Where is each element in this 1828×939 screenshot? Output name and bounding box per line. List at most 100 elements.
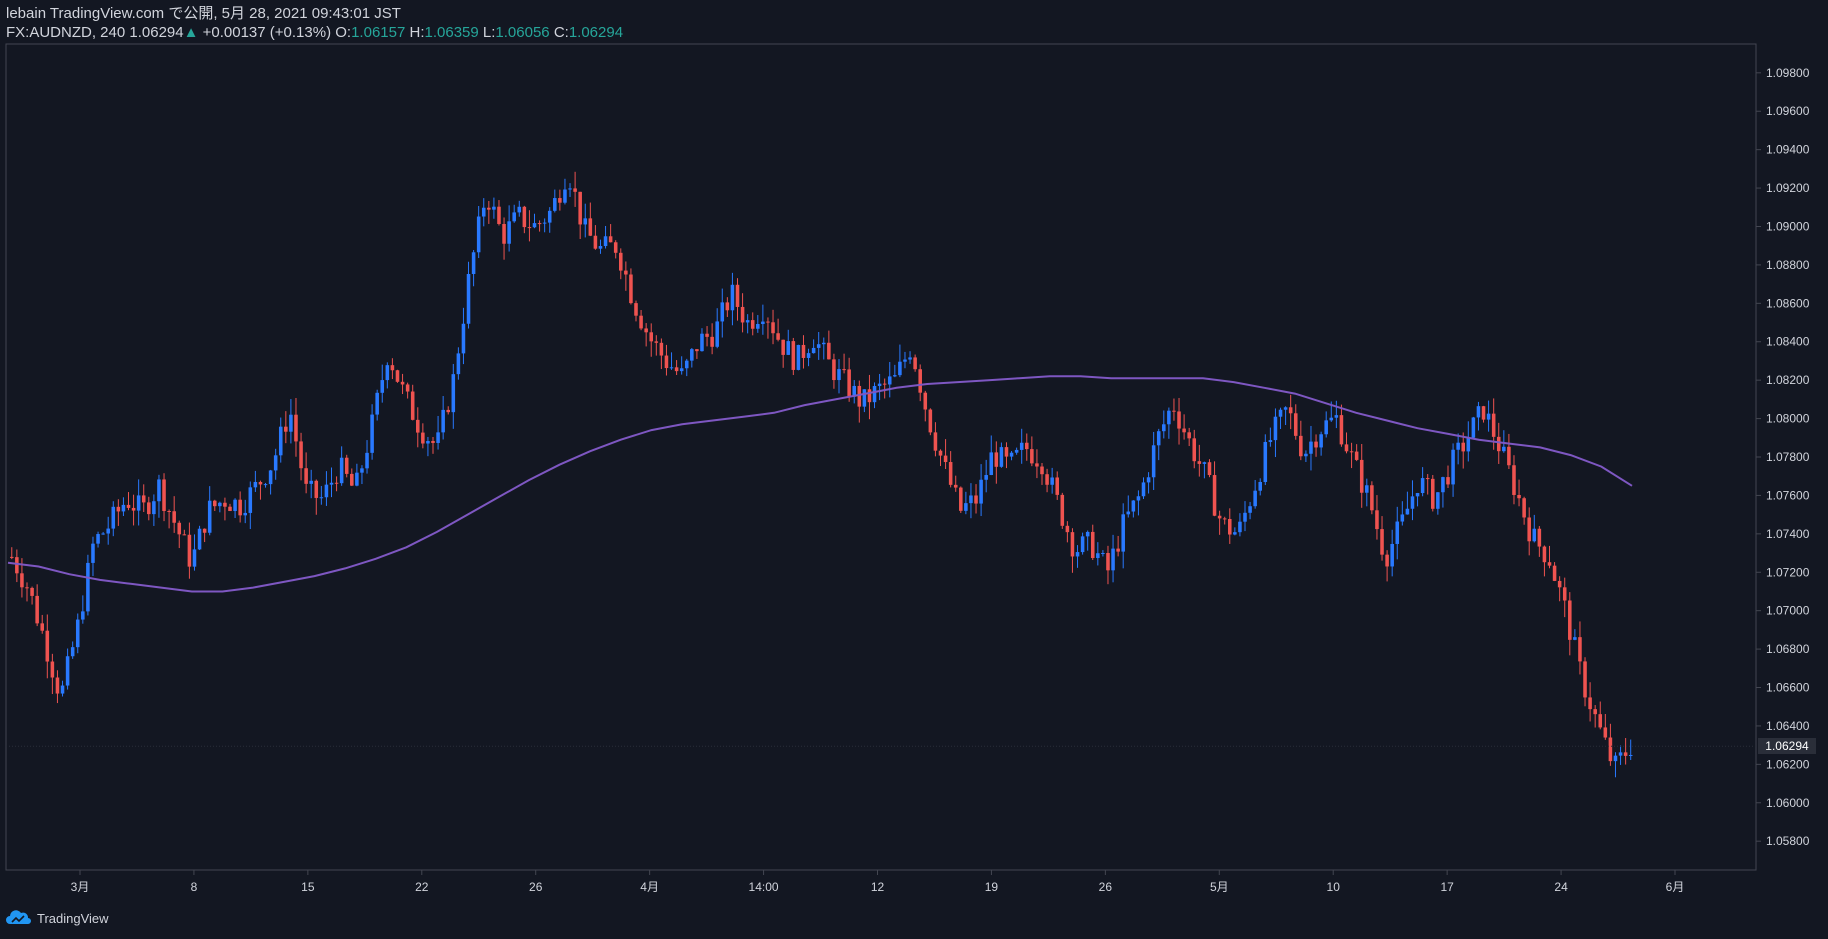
candle-down (659, 342, 664, 356)
price-tick-label: 1.05800 (1766, 834, 1810, 848)
candle-down (1507, 446, 1511, 466)
candle-up (197, 528, 202, 550)
candle-down (1552, 565, 1557, 581)
candle-up (136, 495, 141, 511)
candle-up (289, 414, 293, 432)
price-tick-label: 1.06600 (1766, 681, 1810, 695)
candle-up (101, 533, 105, 535)
candle-down (649, 332, 654, 342)
candle-down (284, 426, 288, 432)
time-tick-label: 3月 (71, 880, 90, 894)
candle-down (446, 409, 451, 413)
candle-down (1608, 737, 1613, 762)
candle-down (593, 235, 598, 249)
candle-up (715, 321, 719, 347)
candle-up (877, 383, 882, 387)
candle-up (441, 409, 445, 433)
candle-up (1131, 500, 1136, 512)
candle-up (121, 504, 126, 512)
candle-up (370, 414, 374, 453)
candle-down (421, 432, 425, 444)
price-tick-label: 1.06200 (1766, 757, 1810, 771)
candle-down (1370, 485, 1374, 511)
candle-down (182, 534, 187, 536)
candle-down (497, 206, 501, 224)
candle-down (400, 381, 405, 385)
candle-down (167, 510, 171, 512)
candle-up (547, 210, 552, 223)
candle-up (1085, 531, 1090, 537)
time-tick-label: 19 (985, 880, 999, 894)
candle-up (1334, 415, 1339, 418)
time-tick-label: 4月 (640, 880, 659, 894)
candle-down (842, 369, 846, 371)
candle-down (10, 556, 14, 558)
candle-up (385, 365, 390, 381)
candle-down (344, 457, 349, 474)
candle-up (1156, 431, 1161, 446)
candle-down (45, 630, 50, 662)
candle-up (360, 468, 364, 473)
price-axis[interactable]: 1.09800 1.09600 1.09400 1.09200 1.09000 1.088… (1756, 66, 1810, 848)
candle-up (1420, 478, 1425, 494)
candle-down (1491, 413, 1496, 437)
candle-down (1598, 714, 1603, 728)
tradingview-cloud-icon (6, 910, 31, 924)
candle-down (994, 452, 999, 467)
candle-up (1441, 477, 1445, 493)
candle-down (1623, 752, 1628, 756)
candle-down (223, 502, 227, 507)
candle-down (1568, 600, 1572, 640)
time-axis[interactable]: 3月 8 15 22 26 4月 14:00 12 19 26 5月 10 17 24 6月 (71, 870, 1685, 894)
candle-down (1425, 478, 1430, 480)
candle-up (1573, 637, 1577, 640)
candle-up (898, 361, 902, 376)
candle-up (1126, 511, 1131, 515)
time-tick-label: 22 (415, 880, 429, 894)
candle-up (157, 479, 161, 502)
candle-down (1293, 413, 1298, 436)
candle-up (233, 499, 237, 512)
candle-down (710, 336, 714, 347)
candle-up (375, 392, 379, 415)
candle-down (1222, 518, 1227, 520)
candle-up (253, 481, 258, 488)
candle-up (786, 341, 791, 355)
time-tick-label: 24 (1554, 880, 1568, 894)
candle-down (527, 227, 532, 229)
price-tick-label: 1.09600 (1766, 104, 1810, 118)
candle-up (1365, 485, 1369, 493)
price-tick-label: 1.08600 (1766, 296, 1810, 310)
candle-up (1405, 508, 1410, 515)
candle-up (451, 374, 456, 413)
candle-up (1278, 409, 1283, 417)
candle-up (1238, 521, 1242, 533)
candle-up (745, 320, 750, 323)
candle-down (147, 502, 151, 515)
candle-up (999, 447, 1004, 467)
candle-up (583, 218, 588, 225)
candle-down (1040, 466, 1044, 475)
candle-down (294, 414, 298, 442)
candle-up (1486, 413, 1491, 420)
candle-down (15, 557, 19, 574)
candle-down (334, 482, 339, 484)
candle-down (1177, 411, 1181, 429)
candle-up (1243, 512, 1247, 522)
candle-up (111, 506, 116, 529)
candle-down (847, 369, 851, 397)
candle-up (887, 376, 892, 385)
brand-label[interactable]: TradingView (37, 911, 109, 926)
candle-down (116, 506, 121, 512)
candle-down (1055, 477, 1060, 495)
candle-down (1380, 529, 1384, 555)
candle-up (60, 685, 65, 694)
candle-up (979, 479, 983, 504)
candle-down (1339, 415, 1344, 445)
candle-up (1167, 410, 1171, 425)
candle-down (172, 511, 176, 523)
price-chart[interactable]: 1.09800 1.09600 1.09400 1.09200 1.09000 1.088… (0, 0, 1828, 939)
candle-down (431, 440, 435, 443)
candle-up (1075, 552, 1080, 557)
candle-up (1136, 496, 1141, 501)
